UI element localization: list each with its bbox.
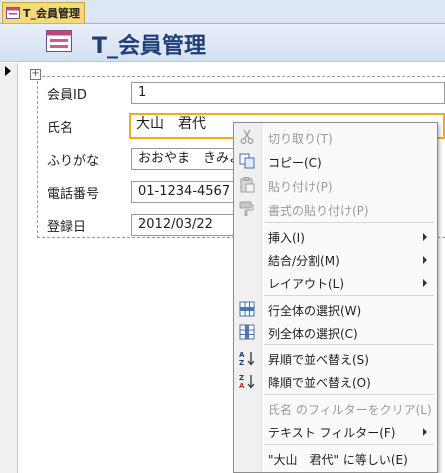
menu-item-clear-filter[interactable]: 氏名 のフィルターをクリア(L): [234, 396, 437, 420]
document-tab[interactable]: T_会員管理: [2, 2, 86, 23]
submenu-arrow-icon: [423, 233, 427, 241]
furigana-label: ふりがな: [47, 154, 100, 169]
member-id-field[interactable]: 1: [131, 82, 445, 104]
menu-separator: [264, 344, 434, 345]
select-row-icon: [239, 301, 255, 317]
svg-text:A: A: [239, 351, 245, 359]
menu-item-label: コピー(C): [268, 156, 322, 170]
select-column-icon: [239, 324, 255, 340]
menu-item-label: 貼り付け(P): [268, 180, 333, 194]
menu-item-equals-filter[interactable]: "大山 君代" に等しい(E): [234, 446, 437, 470]
menu-item-paste[interactable]: 貼り付け(P): [234, 173, 437, 197]
sort-descending-icon: Z A: [239, 374, 255, 389]
menu-item-insert[interactable]: 挿入(I): [234, 224, 437, 248]
menu-item-label: 昇順で並べ替え(S): [268, 353, 369, 367]
menu-item-label: 切り取り(T): [268, 132, 333, 146]
submenu-arrow-icon: [423, 279, 427, 287]
registration-date-label: 登録日: [47, 220, 87, 235]
phone-label: 電話番号: [47, 187, 100, 202]
menu-item-label: 降順で並べ替え(O): [268, 376, 371, 390]
menu-item-label: 行全体の選択(W): [268, 304, 362, 318]
menu-separator: [264, 394, 434, 395]
menu-item-merge-split[interactable]: 結合/分割(M): [234, 247, 437, 271]
menu-item-label: 氏名 のフィルターをクリア(L): [268, 403, 432, 417]
menu-item-copy[interactable]: コピー(C): [234, 149, 437, 173]
menu-item-label: テキスト フィルター(F): [268, 426, 396, 440]
copy-icon: [239, 153, 255, 169]
menu-item-format-paste[interactable]: 書式の貼り付け(P): [234, 197, 437, 221]
submenu-arrow-icon: [423, 256, 427, 264]
menu-separator: [264, 222, 434, 223]
form-icon: [46, 30, 72, 52]
menu-item-cut[interactable]: 切り取り(T): [234, 125, 437, 149]
member-id-label: 会員ID: [47, 88, 87, 103]
svg-text:Z: Z: [239, 359, 244, 366]
scissors-icon: [240, 129, 254, 144]
sort-ascending-icon: A Z: [239, 351, 255, 366]
format-painter-icon: [239, 201, 254, 216]
context-menu: 切り取り(T) コピー(C) 貼り付け(P) 書式の貼り付け(P) 挿入(I): [233, 122, 438, 473]
menu-item-layout[interactable]: レイアウト(L): [234, 270, 437, 294]
menu-separator: [264, 444, 434, 445]
form-icon: [6, 7, 20, 19]
menu-item-label: 書式の貼り付け(P): [268, 204, 369, 218]
layout-move-handle-icon[interactable]: +: [30, 69, 41, 80]
menu-item-label: 挿入(I): [268, 231, 305, 245]
menu-item-label: 結合/分割(M): [268, 254, 340, 268]
menu-item-label: "大山 君代" に等しい(E): [268, 453, 408, 467]
name-label: 氏名: [47, 121, 74, 136]
paste-icon: [240, 177, 255, 193]
menu-item-label: レイアウト(L): [268, 277, 345, 291]
page-title: T_会員管理: [92, 34, 207, 59]
menu-item-sort-descending[interactable]: Z A 降順で並べ替え(O): [234, 369, 437, 393]
menu-item-select-row[interactable]: 行全体の選択(W): [234, 297, 437, 321]
record-selector[interactable]: [0, 63, 18, 473]
current-record-arrow-icon: [5, 66, 11, 76]
document-tab-label: T_会員管理: [23, 7, 81, 20]
menu-item-label: 列全体の選択(C): [268, 327, 358, 341]
svg-text:Z: Z: [239, 374, 244, 382]
menu-separator: [264, 295, 434, 296]
menu-item-text-filter[interactable]: テキスト フィルター(F): [234, 419, 437, 443]
svg-text:A: A: [239, 382, 245, 389]
menu-item-sort-ascending[interactable]: A Z 昇順で並べ替え(S): [234, 346, 437, 370]
submenu-arrow-icon: [423, 428, 427, 436]
form-header: T_会員管理: [0, 24, 445, 62]
menu-item-select-column[interactable]: 列全体の選択(C): [234, 320, 437, 344]
